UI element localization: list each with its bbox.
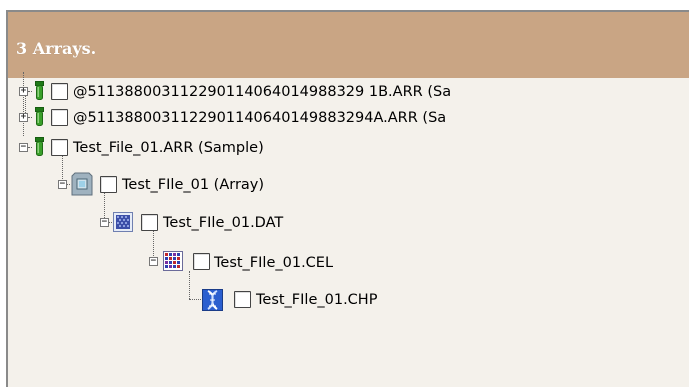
chp-dna-icon: [202, 289, 223, 311]
tree-node-row-5[interactable]: − Test_FIle_01.DAT: [8, 210, 689, 240]
tube-icon: [35, 107, 44, 126]
collapse-icon[interactable]: −: [19, 143, 28, 152]
tree-node-label: @511388003112290114064014988329 1B.ARR (…: [73, 84, 452, 100]
row-checkbox[interactable]: [51, 109, 68, 126]
tree-node-row-7[interactable]: Test_FIle_01.CHP: [8, 286, 689, 316]
collapse-icon[interactable]: −: [149, 257, 158, 266]
array-chip-icon: [71, 172, 93, 196]
tree-node-row-6[interactable]: − Test_FIle_01.CEL: [8, 250, 689, 280]
tube-icon: [35, 137, 44, 156]
collapse-icon[interactable]: −: [100, 218, 109, 227]
row-checkbox[interactable]: [141, 214, 158, 231]
array-tree: + @511388003112290114064014988329 1B.ARR…: [8, 72, 689, 387]
tree-node-label: Test_FIle_01.CHP: [256, 292, 378, 308]
arrays-panel: 3 Arrays. + @511388003112290114064014988…: [6, 10, 689, 387]
tree-node-row-2[interactable]: + @5113880031122901140640149883294A.ARR …: [8, 105, 689, 135]
tree-node-label: Test_FIle_01.DAT: [163, 215, 284, 231]
row-checkbox[interactable]: [234, 291, 251, 308]
tree-node-row-4[interactable]: − Test_FIle_01 (Array): [8, 171, 689, 201]
row-checkbox[interactable]: [51, 139, 68, 156]
tube-icon: [35, 81, 44, 100]
row-checkbox[interactable]: [193, 253, 210, 270]
tree-node-label: @5113880031122901140640149883294A.ARR (S…: [73, 110, 447, 126]
tree-node-label: Test_File_01.ARR (Sample): [73, 140, 264, 156]
tree-node-label: Test_FIle_01.CEL: [214, 255, 334, 271]
panel-title: 3 Arrays.: [8, 12, 689, 78]
row-checkbox[interactable]: [100, 176, 117, 193]
tree-node-label: Test_FIle_01 (Array): [122, 177, 265, 193]
collapse-icon[interactable]: −: [58, 180, 67, 189]
tree-node-row-3[interactable]: − Test_File_01.ARR (Sample): [8, 135, 689, 165]
expand-icon[interactable]: +: [19, 87, 28, 96]
cel-grid-icon: [163, 251, 183, 271]
row-checkbox[interactable]: [51, 83, 68, 100]
dat-image-icon: [113, 212, 133, 232]
tree-node-row-1[interactable]: + @511388003112290114064014988329 1B.ARR…: [8, 78, 689, 108]
expand-icon[interactable]: +: [19, 113, 28, 122]
